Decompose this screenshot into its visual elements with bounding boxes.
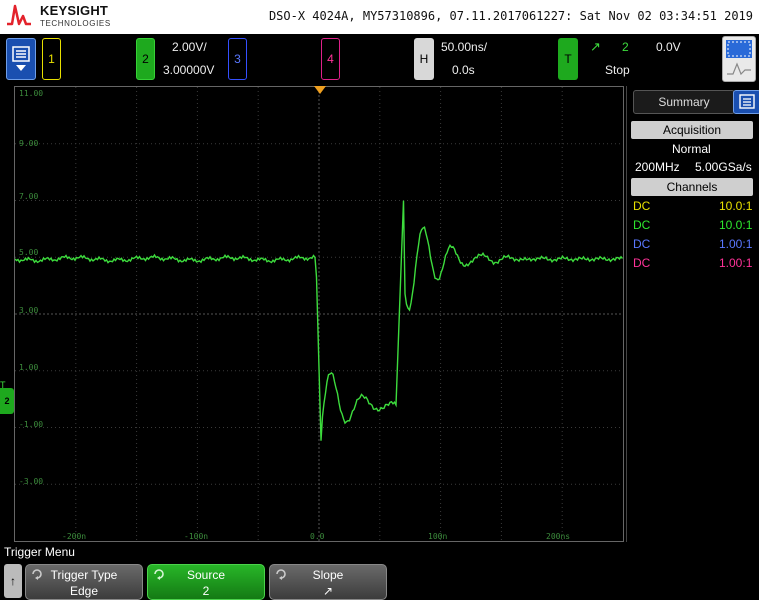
volt-label-9: 9.00 xyxy=(19,139,39,148)
bandwidth: 200MHz xyxy=(635,160,680,174)
run-state: Stop xyxy=(605,63,630,77)
acquisition-mode: Normal xyxy=(672,142,711,156)
channel-2-scale: 2.00V/ xyxy=(172,40,207,54)
summary-tab-label: Summary xyxy=(658,95,710,109)
timebase-value: 50.00ns/ xyxy=(441,40,488,54)
trigger-level: 0.0V xyxy=(656,40,681,54)
channel-3-button[interactable]: 3 xyxy=(228,38,247,80)
softkey-bar: Trigger Menu ↑ Trigger Type Edge Source … xyxy=(0,542,759,600)
channel-1-probe: 10.0:1 xyxy=(719,199,753,213)
trigger-type-softkey[interactable]: Trigger Type Edge xyxy=(25,564,143,600)
trigger-type-label: Trigger Type xyxy=(50,568,118,582)
device-info: DSO-X 4024A, MY57310896, 07.11.201706122… xyxy=(268,9,753,23)
acquisition-header: Acquisition xyxy=(631,121,753,139)
acquire-mode-button[interactable] xyxy=(722,36,756,82)
slope-softkey[interactable]: Slope ↗ xyxy=(269,564,387,600)
trigger-type-value: Edge xyxy=(69,584,99,598)
channel-1-button[interactable]: 1 xyxy=(42,38,61,80)
channel-bar: 1 2 2.00V/ 3.00000V 3 4 H 50.00ns/ 0.0s … xyxy=(0,34,759,86)
channel-2-coupling: DC xyxy=(633,218,651,232)
ground-marker-label: 2 xyxy=(4,396,10,406)
zoom-select-icon xyxy=(726,40,752,76)
slope-label: Slope xyxy=(312,568,344,582)
delay-value: 0.0s xyxy=(452,63,475,77)
channel-4-coupling: DC xyxy=(633,256,651,270)
horizontal-button[interactable]: H xyxy=(414,38,434,80)
channel-2-button[interactable]: 2 xyxy=(136,38,155,80)
brand-subtitle: TECHNOLOGIES xyxy=(40,19,111,28)
volt-label-minus-1: -1.00 xyxy=(19,420,44,429)
sample-rate: 5.00GSa/s xyxy=(695,160,752,174)
time-label-100n: 100n xyxy=(428,532,448,541)
channel-2-offset: 3.00000V xyxy=(163,63,215,77)
menu-icon xyxy=(12,46,30,71)
source-softkey[interactable]: Source 2 xyxy=(147,564,265,600)
title-bar: KEYSIGHT TECHNOLOGIES DSO-X 4024A, MY573… xyxy=(0,0,759,34)
menu-title: Trigger Menu xyxy=(4,545,75,559)
channel-4-probe: 1.00:1 xyxy=(719,256,753,270)
back-button[interactable]: ↑ xyxy=(4,564,22,598)
up-arrow-icon: ↑ xyxy=(10,574,16,588)
volt-label-11: 11.00 xyxy=(19,89,44,98)
side-panel: Summary Acquisition Normal 200MHz 5.00GS… xyxy=(626,86,759,542)
summary-tab[interactable]: Summary xyxy=(633,90,735,114)
channel-3-probe: 1.00:1 xyxy=(719,237,753,251)
keysight-logo-icon xyxy=(7,4,31,26)
time-label-minus-200n: -200n xyxy=(62,532,87,541)
channels-header: Channels xyxy=(631,178,753,196)
trigger-position-marker-icon[interactable] xyxy=(314,86,326,94)
channel-2-ground-marker[interactable]: 2 xyxy=(0,388,14,414)
source-label: Source xyxy=(186,568,226,582)
time-label-200ns: 200ns xyxy=(546,532,571,541)
volt-label-7: 7.00 xyxy=(19,192,39,201)
time-label-zero: 0.0 xyxy=(310,532,325,541)
time-label-minus-100n: -100n xyxy=(184,532,209,541)
trigger-source: 2 xyxy=(622,40,629,54)
channel-2-probe: 10.0:1 xyxy=(719,218,753,232)
graticule-svg xyxy=(15,87,623,541)
source-value: 2 xyxy=(202,584,210,598)
volt-label-5: 5.00 xyxy=(19,248,39,257)
channel-1-coupling: DC xyxy=(633,199,651,213)
trigger-level-marker[interactable]: T xyxy=(0,380,6,390)
slope-value: ↗ xyxy=(322,584,334,598)
brand-name: KEYSIGHT xyxy=(40,3,109,18)
channel-4-button[interactable]: 4 xyxy=(321,38,340,80)
panel-menu-button[interactable] xyxy=(733,90,759,114)
waveform-display[interactable] xyxy=(14,86,624,542)
channel-3-coupling: DC xyxy=(633,237,651,251)
trigger-slope-icon: ↗ xyxy=(590,39,601,54)
main-menu-button[interactable] xyxy=(6,38,36,80)
trigger-button[interactable]: T xyxy=(558,38,578,80)
volt-label-minus-3: -3.00 xyxy=(19,477,44,486)
panel-menu-icon xyxy=(739,94,755,109)
volt-label-1: 1.00 xyxy=(19,363,39,372)
volt-label-3: 3.00 xyxy=(19,306,39,315)
